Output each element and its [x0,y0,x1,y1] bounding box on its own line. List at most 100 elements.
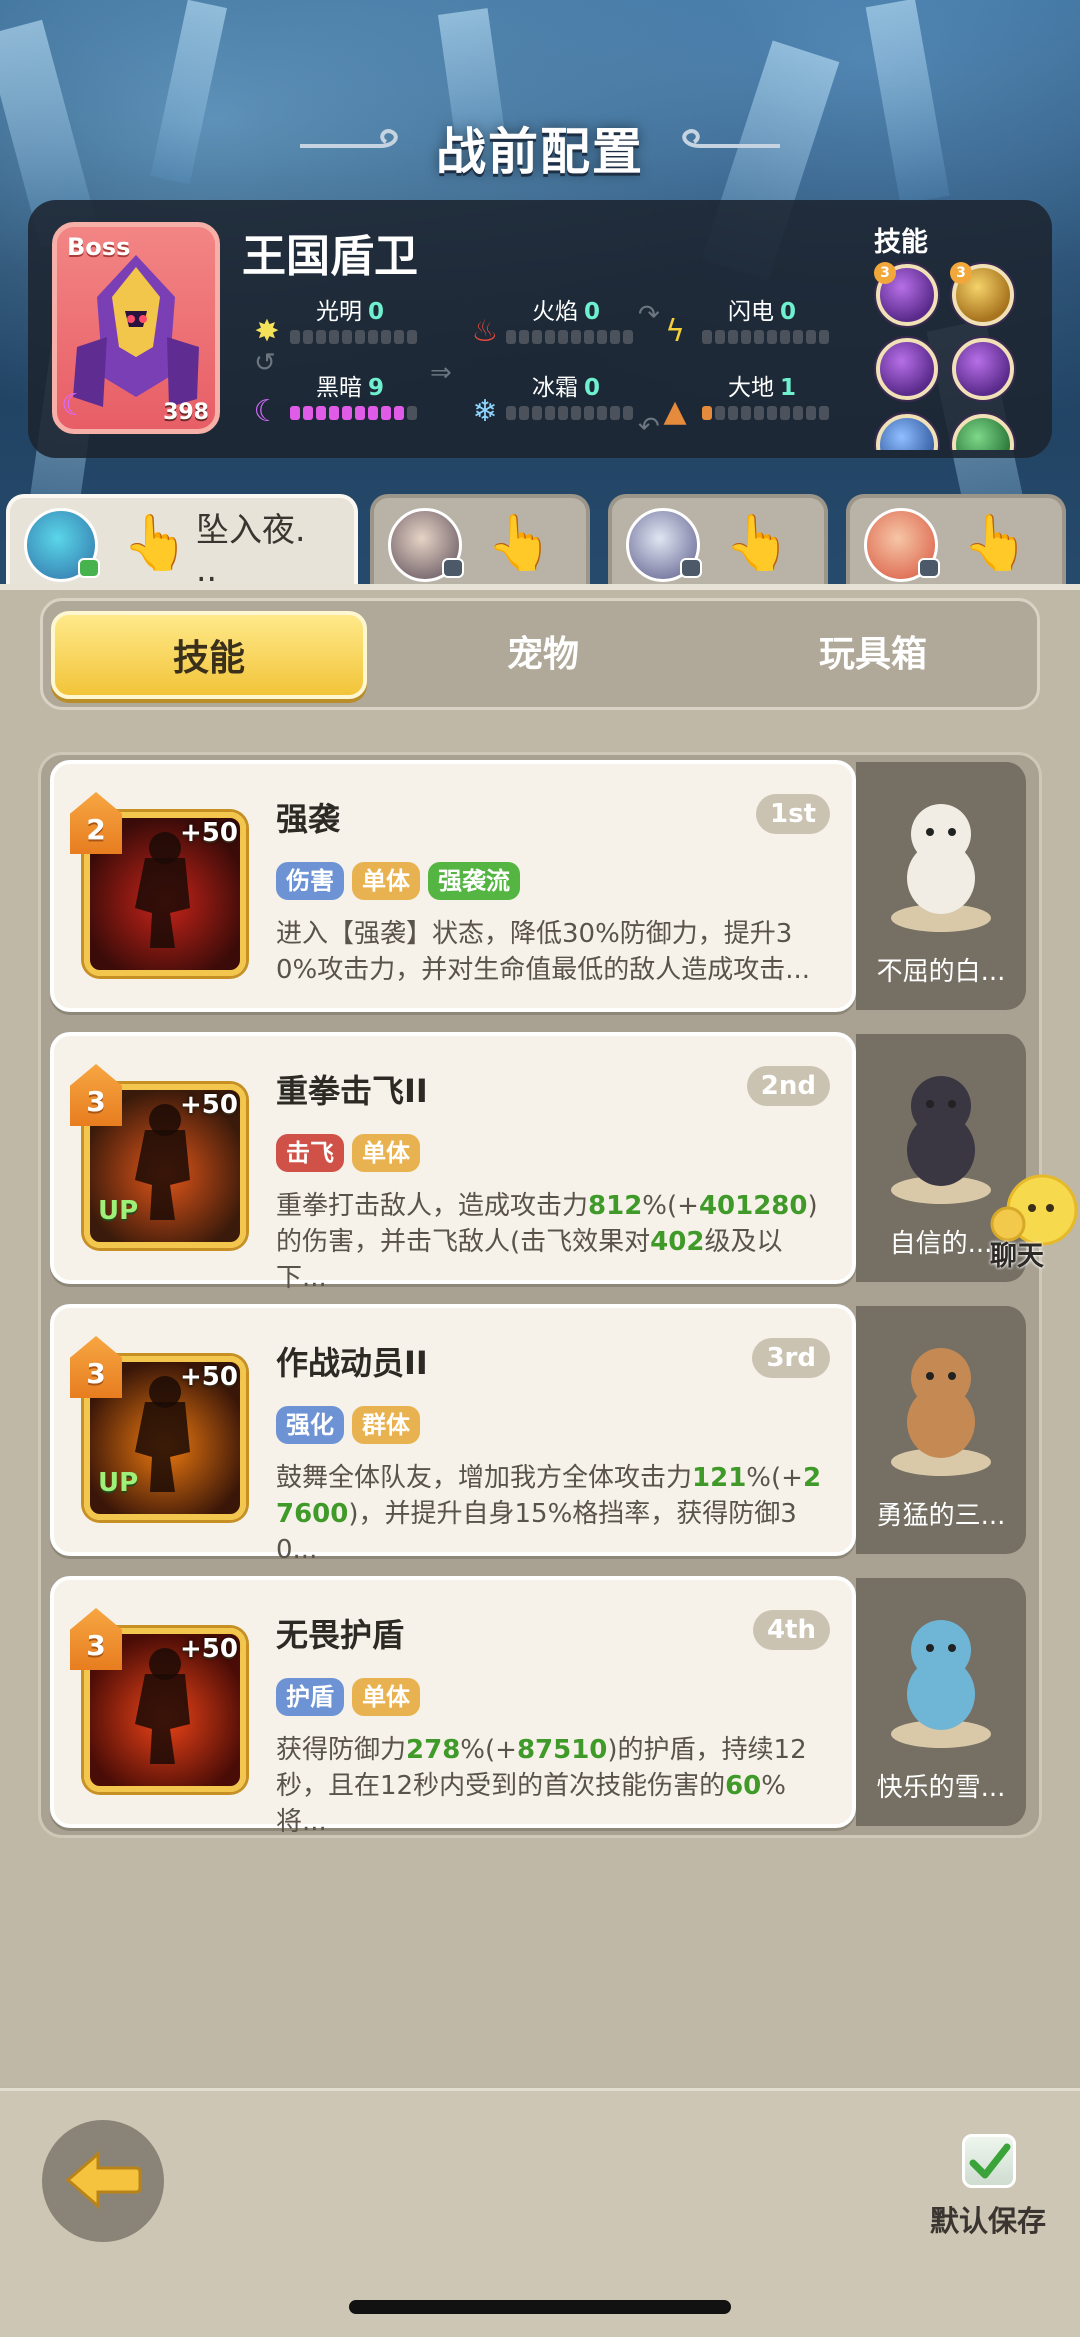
skill-plus-badge: +50 [180,1090,238,1120]
skill-description-part: 重拳打击敌人，造成攻击力 [276,1191,589,1221]
skill-level-badge: 2 [70,792,122,854]
chat-icon [442,558,464,578]
moon-icon: ☾ [253,394,281,429]
element-lightning-bar [702,330,829,344]
hero-tab-3[interactable]: 👆 [608,494,828,588]
skill-plus-badge: +50 [180,1362,238,1392]
element-frost-label: 冰霜 0 [532,375,601,401]
back-arrow-icon [65,2150,142,2210]
skill-level-badge: 3 [70,1064,122,1126]
back-button[interactable] [42,2120,164,2242]
lightning-icon: ϟ [665,314,685,349]
cycle-arrow-icon: ↷ [638,300,660,330]
tab-pets[interactable]: 宠物 [385,611,701,699]
skill-tag: 单体 [352,1678,420,1716]
skill-title: 重拳击飞II [276,1072,428,1110]
skill-rank-badge: 2nd [746,1066,830,1106]
skill-rank-badge: 3rd [752,1338,830,1378]
element-earth-bar [702,406,829,420]
hero-tab-2[interactable]: 👆 [370,494,590,588]
skill-tag: 单体 [352,862,420,900]
tab-toybox[interactable]: 玩具箱 [715,611,1031,699]
element-fire-bar [506,330,633,344]
skill-description-part: 278 [406,1735,461,1765]
skill-description: 重拳打击敌人，造成攻击力812%(+401280)的伤害，并击飞敌人(击飞效果对… [276,1188,832,1296]
boss-name: 王国盾卫 [242,231,418,282]
boss-skill-orb[interactable] [952,338,1014,400]
skill-tag: 击飞 [276,1134,344,1172]
boss-skill-orb-row-partial [874,410,1024,450]
skill-tag: 单体 [352,1134,420,1172]
element-frost-bar [506,406,633,420]
skill-description: 进入【强袭】状态，降低30%防御力，提升30%攻击力，并对生命值最低的敌人造成攻… [276,916,832,1024]
skill-description: 鼓舞全体队友，增加我方全体攻击力121%(+27600)，并提升自身15%格挡率… [276,1460,832,1568]
skill-description: 获得防御力278%(+87510)的护盾，持续12秒，且在12秒内受到的首次技能… [276,1732,832,1840]
boss-portrait[interactable]: Boss ☾ 398 [52,222,220,434]
element-light-bar [290,330,417,344]
skill-tag: 护盾 [276,1678,344,1716]
skill-description-part: 401280 [698,1191,808,1221]
flame-icon: ♨ [471,314,499,349]
skill-tags: 护盾 单体 [276,1678,420,1716]
chat-icon [680,558,702,578]
skill-level-badge: 3 [70,1336,122,1398]
skill-tags: 击飞 单体 [276,1134,420,1172]
cycle-arrow-icon: ↺ [254,348,276,378]
pet-name: 不屈的白... [876,957,1006,987]
category-tabbar: 技能 宠物 玩具箱 [40,598,1040,710]
skill-card[interactable]: 3 +50 UP 作战动员II 3rd 强化 群体 鼓舞全体队友，增加我方全体攻击… [50,1304,856,1565]
save-default-label[interactable]: 默认保存 [930,2198,1046,2240]
pet-name: 快乐的雪... [876,1773,1006,1803]
pet-figure-image [891,1620,991,1748]
pet-slot[interactable]: 不屈的白... [856,762,1026,1010]
skill-rank-badge: 4th [752,1610,830,1650]
hand-pointer-icon: 👆 [486,511,554,574]
hero-tab-4[interactable]: 👆 [846,494,1066,588]
tab-skills[interactable]: 技能 [51,611,367,699]
pet-figure-image [891,1076,991,1204]
element-earth-label: 大地 1 [728,375,797,401]
skill-level-badge: 3 [70,1608,122,1670]
skill-card[interactable]: 3 +50 无畏护盾 4th 护盾 单体 获得防御力278%(+87510)的护盾… [50,1576,856,1837]
skill-description-part: 812 [588,1191,643,1221]
boss-skill-orb[interactable]: 3 [874,262,938,326]
home-indicator[interactable] [349,2300,731,2314]
skill-description-part: %(+ [460,1735,517,1765]
boss-skill-orb[interactable] [876,338,938,400]
hero-name: 坠入夜. .. [196,510,306,589]
element-light-label: 光明 0 [316,299,385,325]
pet-slot[interactable]: 快乐的雪... [856,1578,1026,1826]
skill-up-badge: UP [98,1196,139,1226]
cycle-arrow-icon: ⇒ [430,358,452,388]
sun-icon: ✸ [254,314,280,349]
skill-plus-badge: +50 [180,1634,238,1664]
save-checkbox-icon[interactable] [962,2134,1016,2188]
skill-description-part: )，并提升自身15%格挡率，获得防御30... [276,1499,797,1565]
boss-skill-orb[interactable]: 3 [950,262,1014,326]
chat-icon [78,558,100,578]
skill-rank-badge: 1st [756,794,830,834]
skill-description-part: 60 [725,1771,762,1801]
skill-tag: 群体 [352,1406,420,1444]
skill-card[interactable]: 2 +50 强袭 1st 伤害 单体 强袭流 进入【强袭】状态，降低30%防御力，提… [50,760,856,1012]
hero-tab-1[interactable]: 👆 坠入夜. .. [6,494,358,589]
pet-figure-image [891,1348,991,1476]
boss-label: Boss [67,233,131,261]
chat-icon [918,558,940,578]
pet-name: 勇猛的三... [876,1501,1006,1531]
cycle-arrow-icon: ↶ [638,412,660,442]
page-title: 战前配置 [436,123,644,181]
skill-card[interactable]: 3 +50 UP 重拳击飞II 2nd 击飞 单体 重拳打击敌人，造成攻击力812… [50,1032,856,1293]
skill-up-badge: UP [98,1468,139,1498]
boss-level: 398 [163,400,209,425]
pet-slot[interactable]: 勇猛的三... [856,1306,1026,1554]
skill-description-part: 鼓舞全体队友，增加我方全体攻击力 [276,1463,693,1493]
boss-skills-label: 技能 [874,227,928,258]
skill-tag: 伤害 [276,862,344,900]
skill-title: 强袭 [276,800,341,838]
pet-figure-image [891,804,991,932]
hand-pointer-icon: 👆 [122,511,190,574]
hand-pointer-icon: 👆 [724,511,792,574]
chat-label[interactable]: 聊天 [990,1234,1044,1273]
element-dark-label: 黑暗 9 [316,375,385,401]
